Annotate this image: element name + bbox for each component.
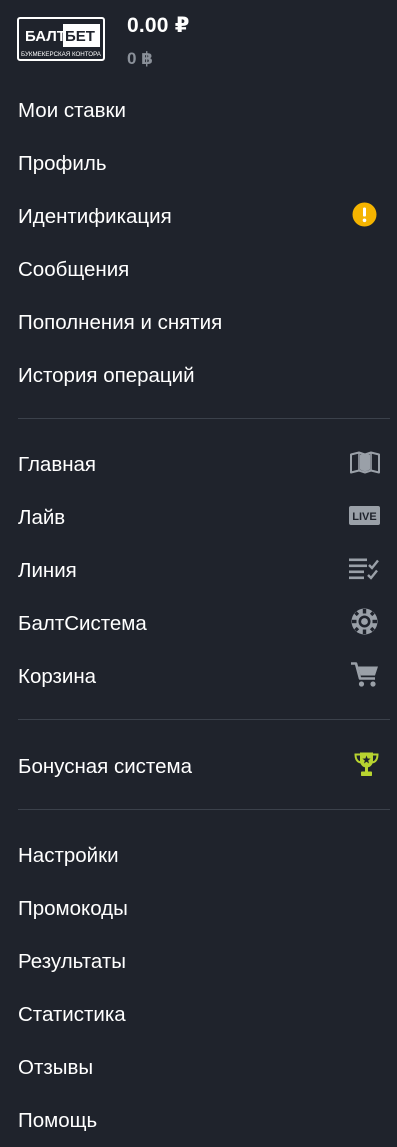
menu-item-home[interactable]: Главная bbox=[0, 438, 397, 491]
live-icon: LIVE bbox=[349, 505, 380, 530]
balance-amount: 0.00 ₽ bbox=[127, 14, 190, 37]
menu-item-label: Результаты bbox=[18, 949, 126, 973]
menu-item-my-bets[interactable]: Мои ставки bbox=[0, 84, 397, 137]
menu-item-label: Пополнения и снятия bbox=[18, 310, 223, 334]
menu-item-results[interactable]: Результаты bbox=[0, 935, 397, 988]
svg-text:БЕТ: БЕТ bbox=[65, 28, 95, 45]
menu-item-label: Сообщения bbox=[18, 257, 130, 281]
menu-item-label: Статистика bbox=[18, 1002, 126, 1026]
menu-item-profile[interactable]: Профиль bbox=[0, 137, 397, 190]
menu-item-help[interactable]: Помощь bbox=[0, 1094, 397, 1147]
menu-item-label: БалтСистема bbox=[18, 611, 147, 635]
baltbet-logo[interactable]: БАЛТ БЕТ БУКМЕКЕРСКАЯ КОНТОРА bbox=[17, 17, 105, 61]
menu-item-deposits-withdrawals[interactable]: Пополнения и снятия bbox=[0, 296, 397, 349]
menu-item-label: Корзина bbox=[18, 664, 97, 688]
menu-divider bbox=[18, 418, 390, 419]
poker-chip-icon bbox=[351, 608, 378, 640]
bonus-balance: 0 ฿ bbox=[127, 49, 154, 68]
menu-divider bbox=[18, 719, 390, 720]
menu-item-baltsistema[interactable]: БалтСистема bbox=[0, 597, 397, 650]
menu-item-label: Настройки bbox=[18, 843, 119, 867]
alert-circle-icon bbox=[352, 202, 377, 232]
menu-item-settings[interactable]: Настройки bbox=[0, 829, 397, 882]
menu-item-bonus-system[interactable]: Бонусная система bbox=[0, 740, 397, 793]
svg-text:БУКМЕКЕРСКАЯ КОНТОРА: БУКМЕКЕРСКАЯ КОНТОРА bbox=[21, 51, 102, 58]
trophy-icon bbox=[354, 751, 379, 782]
menu-item-label: Бонусная система bbox=[18, 754, 192, 778]
menu-item-identification[interactable]: Идентификация bbox=[0, 190, 397, 243]
menu-item-messages[interactable]: Сообщения bbox=[0, 243, 397, 296]
menu-item-label: Профиль bbox=[18, 151, 107, 175]
menu-item-label: Лайв bbox=[18, 505, 66, 529]
menu-item-label: Промокоды bbox=[18, 896, 128, 920]
menu-item-label: Мои ставки bbox=[18, 98, 126, 122]
map-icon bbox=[349, 451, 381, 478]
menu-item-operations-history[interactable]: История операций bbox=[0, 349, 397, 402]
account-header: БАЛТ БЕТ БУКМЕКЕРСКАЯ КОНТОРА 0.00 ₽ 0 ฿ bbox=[0, 0, 397, 84]
menu-item-promocodes[interactable]: Промокоды bbox=[0, 882, 397, 935]
menu-item-line[interactable]: Линия bbox=[0, 544, 397, 597]
svg-text:БАЛТ: БАЛТ bbox=[25, 28, 66, 45]
menu-item-label: Помощь bbox=[18, 1108, 98, 1132]
menu-item-reviews[interactable]: Отзывы bbox=[0, 1041, 397, 1094]
menu-item-label: Отзывы bbox=[18, 1055, 94, 1079]
menu-item-label: Линия bbox=[18, 558, 77, 582]
menu-item-statistics[interactable]: Статистика bbox=[0, 988, 397, 1041]
cart-icon bbox=[351, 661, 379, 692]
svg-text:LIVE: LIVE bbox=[352, 511, 376, 523]
menu-item-label: Главная bbox=[18, 452, 97, 476]
menu-item-live[interactable]: Лайв LIVE bbox=[0, 491, 397, 544]
list-check-icon bbox=[349, 557, 381, 584]
menu-divider bbox=[18, 809, 390, 810]
menu-item-label: История операций bbox=[18, 363, 195, 387]
menu-item-cart[interactable]: Корзина bbox=[0, 650, 397, 703]
menu-item-label: Идентификация bbox=[18, 204, 172, 228]
